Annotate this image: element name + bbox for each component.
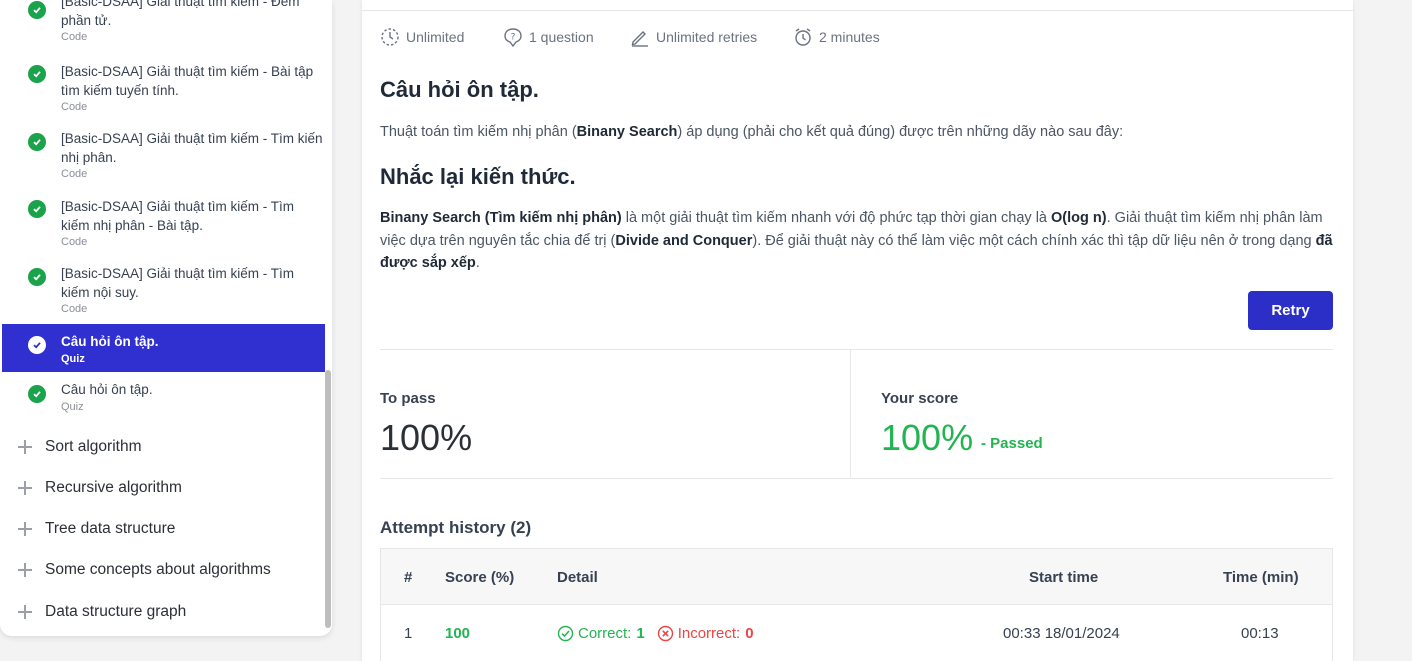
section-data-structure-graph[interactable]: Data structure graph xyxy=(18,603,186,621)
lesson-item[interactable]: [Basic-DSAA] Giải thuật tìm kiếm - Tìm k… xyxy=(2,130,325,181)
review-text: Binany Search (Tìm kiếm nhị phân) là một… xyxy=(380,210,1333,271)
attempt-score: 100 xyxy=(445,624,471,642)
meta-duration: Unlimited xyxy=(380,27,464,47)
attempt-history-title: Attempt history (2) xyxy=(380,518,532,537)
meta-questions: ? 1 question xyxy=(503,27,594,47)
divider xyxy=(380,349,1333,350)
lesson-item[interactable]: [Basic-DSAA] Giải thuật tìm kiếm - Tìm k… xyxy=(2,198,325,249)
column-header: Start time xyxy=(1029,568,1099,586)
lesson-type: Code xyxy=(61,168,88,180)
lesson-title: [Basic-DSAA] Giải thuật tìm kiếm - Tìm k… xyxy=(61,266,295,300)
check-circle-icon xyxy=(28,133,46,151)
section-label: Sort algorithm xyxy=(45,438,142,455)
to-pass-value: 100% xyxy=(380,417,473,458)
lesson-title: [Basic-DSAA] Giải thuật tìm kiếm - Bài t… xyxy=(61,64,314,98)
attempt-duration: 00:13 xyxy=(1241,624,1279,642)
section-label: Tree data structure xyxy=(45,520,176,537)
check-circle-icon xyxy=(28,200,46,218)
sidebar-scrollbar[interactable] xyxy=(325,370,331,628)
your-score-label: Your score xyxy=(881,390,959,407)
correct-count: Correct: 1 xyxy=(557,625,645,642)
attempt-history-table: # Score (%) Detail Start time Time (min)… xyxy=(380,548,1333,661)
lesson-item[interactable]: [Basic-DSAA] Giải thuật tìm kiếm - Tìm k… xyxy=(2,265,325,316)
lesson-title: [Basic-DSAA] Giải thuật tìm kiếm - Đếm p… xyxy=(61,0,300,28)
pass-status: - Passed xyxy=(981,435,1043,452)
lesson-type: Code xyxy=(61,236,88,248)
check-circle-icon xyxy=(28,1,46,19)
review-heading: Nhắc lại kiến thức. xyxy=(380,164,576,189)
lesson-title: [Basic-DSAA] Giải thuật tìm kiếm - Tìm k… xyxy=(61,131,323,165)
pencil-icon xyxy=(631,31,648,47)
check-circle-icon xyxy=(28,336,46,354)
lesson-item[interactable]: [Basic-DSAA] Giải thuật tìm kiếm - Bài t… xyxy=(2,63,325,114)
attempt-number: 1 xyxy=(404,624,413,642)
plus-icon xyxy=(18,440,32,454)
section-recursive-algorithm[interactable]: Recursive algorithm xyxy=(18,479,182,497)
question-text: Thuật toán tìm kiếm nhị phân (Binany Sea… xyxy=(380,124,1124,140)
lesson-title: [Basic-DSAA] Giải thuật tìm kiếm - Tìm k… xyxy=(61,199,295,233)
section-tree-data-structure[interactable]: Tree data structure xyxy=(18,520,175,538)
table-header: # Score (%) Detail Start time Time (min) xyxy=(381,549,1332,605)
lesson-type: Code xyxy=(61,303,88,315)
lesson-item-active[interactable]: Câu hỏi ôn tập. Quiz xyxy=(2,324,325,372)
lesson-type: Code xyxy=(61,31,88,43)
meta-retries: Unlimited retries xyxy=(630,27,757,47)
plus-icon xyxy=(18,481,32,495)
quiz-result-panel: Unlimited ? 1 question Unlimited retries… xyxy=(362,0,1353,661)
attempt-detail: Correct: 1 Incorrect: 0 xyxy=(557,605,754,661)
quiz-title: Câu hỏi ôn tập. xyxy=(380,77,539,102)
clock-icon xyxy=(381,28,399,46)
column-header: # xyxy=(404,568,413,586)
alarm-clock-icon xyxy=(795,28,811,46)
section-label: Data structure graph xyxy=(45,603,187,620)
check-circle-icon xyxy=(557,625,574,641)
plus-icon xyxy=(18,522,32,536)
column-header: Detail xyxy=(557,568,598,586)
course-sidebar: [Basic-DSAA] Giải thuật tìm kiếm - Đếm p… xyxy=(0,0,332,636)
your-score-value: 100% xyxy=(881,417,974,458)
check-circle-icon xyxy=(28,385,46,403)
lesson-item[interactable]: Câu hỏi ôn tập. Quiz xyxy=(2,381,325,414)
section-label: Recursive algorithm xyxy=(45,479,182,496)
lesson-title: Câu hỏi ôn tập. xyxy=(61,382,153,397)
x-circle-icon xyxy=(657,625,673,641)
question-icon: ? xyxy=(504,28,522,47)
divider xyxy=(380,478,1333,479)
section-label: Some concepts about algorithms xyxy=(45,561,271,578)
attempt-start-time: 00:33 18/01/2024 xyxy=(1003,624,1120,642)
section-sort-algorithm[interactable]: Sort algorithm xyxy=(18,438,141,456)
lesson-item[interactable]: [Basic-DSAA] Giải thuật tìm kiếm - Đếm p… xyxy=(2,0,325,44)
to-pass-label: To pass xyxy=(380,390,436,407)
lesson-title: Câu hỏi ôn tập. xyxy=(61,334,159,349)
divider xyxy=(850,350,851,478)
column-header: Time (min) xyxy=(1223,568,1299,586)
table-row: 1 100 Correct: 1 Incorrect: 0 00:33 18/01/… xyxy=(381,605,1332,661)
retry-button[interactable]: Retry xyxy=(1248,291,1333,330)
divider xyxy=(362,10,1353,11)
lesson-type: Quiz xyxy=(61,352,85,365)
meta-time: 2 minutes xyxy=(793,27,880,47)
lesson-type: Code xyxy=(61,101,88,113)
check-circle-icon xyxy=(28,65,46,83)
lesson-type: Quiz xyxy=(61,400,84,413)
section-algorithm-concepts[interactable]: Some concepts about algorithms xyxy=(18,561,271,579)
svg-text:?: ? xyxy=(511,33,516,43)
incorrect-count: Incorrect: 0 xyxy=(657,625,754,642)
column-header: Score (%) xyxy=(445,568,515,586)
plus-icon xyxy=(18,563,32,577)
plus-icon xyxy=(18,605,32,619)
check-circle-icon xyxy=(28,268,46,286)
